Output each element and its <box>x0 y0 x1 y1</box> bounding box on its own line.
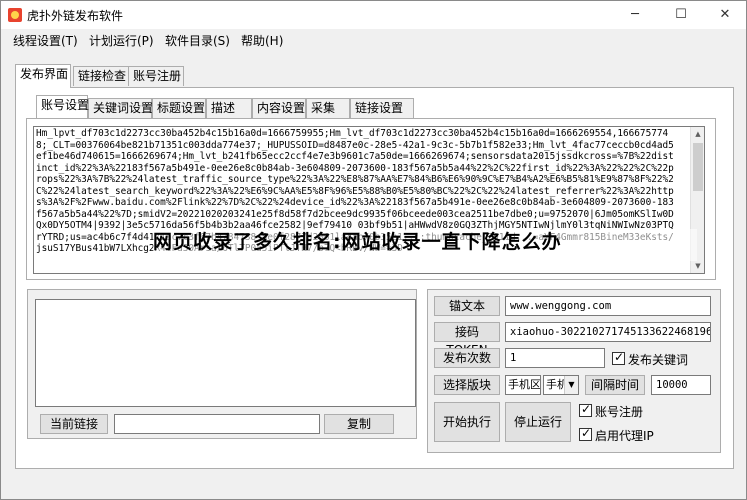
anchor-text-label[interactable]: 锚文本 <box>434 296 500 316</box>
publish-keyword-label: 发布关键词 <box>628 353 689 367</box>
current-link-input[interactable] <box>114 414 320 434</box>
tab-title-settings[interactable]: 标题设置 <box>152 98 206 118</box>
section-select-2[interactable]: 手机 ▼ <box>543 375 579 395</box>
proxy-ip-checkbox[interactable] <box>579 426 592 441</box>
tab-content-settings[interactable]: 内容设置 <box>252 98 306 118</box>
section-select-1[interactable]: 手机区 <box>505 375 541 395</box>
account-register-label: 账号注册 <box>595 405 644 419</box>
publish-count-label[interactable]: 发布次数 <box>434 348 500 368</box>
menu-thread-settings[interactable]: 线程设置(T) <box>13 32 78 49</box>
scroll-down-icon[interactable]: ▼ <box>691 259 704 273</box>
minimize-button[interactable]: ─ <box>612 1 658 29</box>
tab-link-settings[interactable]: 链接设置 <box>350 98 414 118</box>
log-output[interactable] <box>35 299 416 407</box>
copy-button[interactable]: 复制 <box>324 414 394 434</box>
publish-keyword-checkbox[interactable] <box>612 350 625 365</box>
cookie-text: Hm_lpvt_df703c1d2273cc30ba452b4c15b16a0d… <box>36 128 674 254</box>
title-bar: 虎扑外链发布软件 ─ ☐ ✕ <box>1 1 746 29</box>
section-label[interactable]: 选择版块 <box>434 375 500 395</box>
window-title: 虎扑外链发布软件 <box>27 9 124 23</box>
interval-input[interactable]: 10000 <box>651 375 711 395</box>
maximize-button[interactable]: ☐ <box>658 1 704 29</box>
menu-help[interactable]: 帮助(H) <box>241 32 283 49</box>
scroll-thumb[interactable] <box>693 143 703 191</box>
tab-publish[interactable]: 发布界面 <box>15 64 71 88</box>
anchor-text-input[interactable]: www.wenggong.com <box>505 296 711 316</box>
stop-button[interactable]: 停止运行 <box>505 402 571 442</box>
menu-scheduled-run[interactable]: 计划运行(P) <box>89 32 154 49</box>
app-logo-icon <box>8 8 22 22</box>
inner-tab-strip: 账号设置 关键词设置 标题设置 描述 内容设置 采集 链接设置 <box>28 95 628 120</box>
chevron-down-icon[interactable]: ▼ <box>564 376 578 394</box>
token-input[interactable]: xiaohuo-30221027174513362246819​65 <box>505 322 711 342</box>
account-register-checkbox[interactable] <box>579 402 592 417</box>
publish-settings-group: 锚文本 www.wenggong.com 接码TOKEN xiaohuo-302… <box>427 289 721 453</box>
account-settings-panel: Hm_lpvt_df703c1d2273cc30ba452b4c15b16a0d… <box>26 118 716 280</box>
tab-account-settings[interactable]: 账号设置 <box>36 95 89 118</box>
start-button[interactable]: 开始执行 <box>434 402 500 442</box>
section-select-1-value: 手机区 <box>508 378 541 391</box>
log-group: 当前链接 复制 <box>27 289 417 439</box>
cookie-textarea[interactable]: Hm_lpvt_df703c1d2273cc30ba452b4c15b16a0d… <box>33 126 705 274</box>
proxy-ip-label: 启用代理IP <box>595 429 654 443</box>
scroll-up-icon[interactable]: ▲ <box>691 127 704 141</box>
tab-link-check[interactable]: 链接检查 <box>73 66 129 86</box>
token-label[interactable]: 接码TOKEN <box>434 322 500 357</box>
tab-account-register[interactable]: 账号注册 <box>128 66 184 86</box>
tab-keyword-settings[interactable]: 关键词设置 <box>88 98 153 118</box>
app-window: 虎扑外链发布软件 ─ ☐ ✕ 线程设置(T) 计划运行(P) 软件目录(S) 帮… <box>0 0 747 500</box>
vertical-scrollbar[interactable]: ▲ ▼ <box>690 127 704 273</box>
publish-count-input[interactable]: 1 <box>505 348 605 368</box>
menu-software-directory[interactable]: 软件目录(S) <box>165 32 230 49</box>
current-link-button[interactable]: 当前链接 <box>40 414 108 434</box>
menu-bar: 线程设置(T) 计划运行(P) 软件目录(S) 帮助(H) <box>1 29 746 51</box>
tab-collect[interactable]: 采集 <box>306 98 350 118</box>
interval-label[interactable]: 间隔时间 <box>585 375 645 395</box>
close-button[interactable]: ✕ <box>702 1 747 29</box>
tab-description[interactable]: 描述 <box>206 98 252 118</box>
